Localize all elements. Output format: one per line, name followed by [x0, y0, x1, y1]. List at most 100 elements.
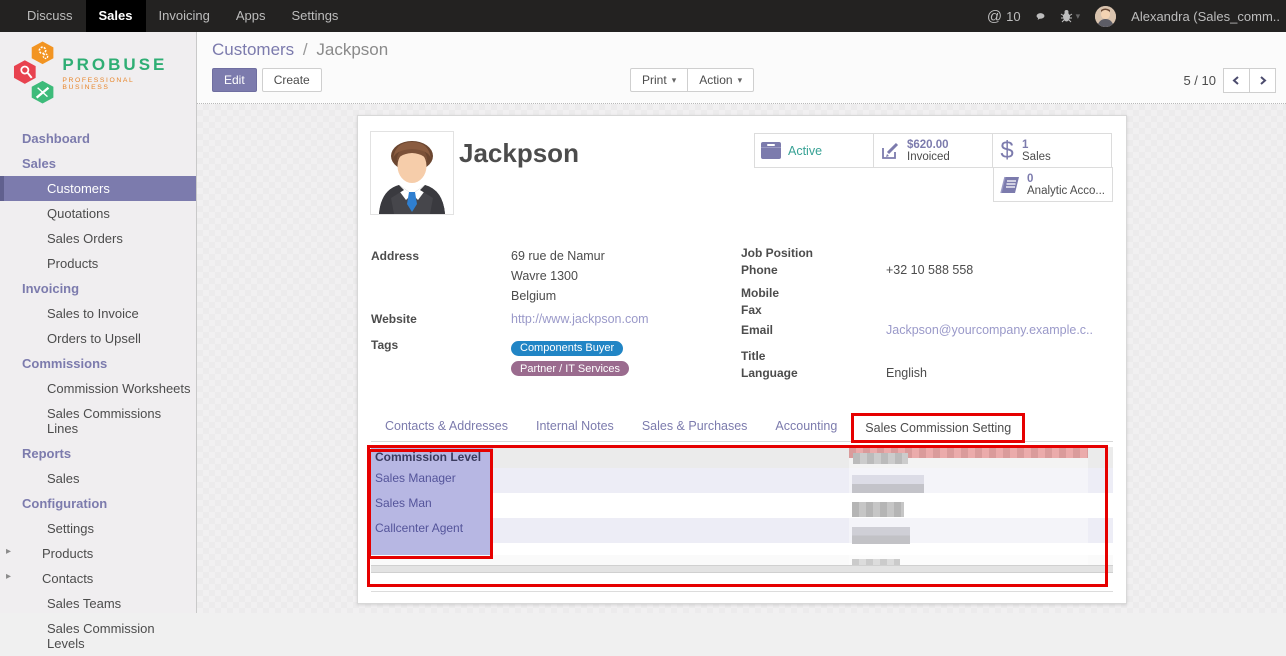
commission-level-cell[interactable]: Sales Man: [371, 493, 493, 518]
redacted-value-blur: [852, 475, 924, 493]
tag-partner-it-services[interactable]: Partner / IT Services: [511, 361, 629, 376]
email-label: Email: [741, 323, 886, 340]
breadcrumb-current: Jackpson: [316, 40, 388, 59]
sidebar-item-dashboard[interactable]: Dashboard: [0, 126, 196, 151]
sidebar-item-sales-commission-levels[interactable]: Sales Commission Levels: [0, 616, 196, 656]
print-dropdown[interactable]: Print ▾: [630, 68, 688, 92]
sidebar-item-sales-orders[interactable]: Sales Orders: [0, 226, 196, 251]
sidebar-item-sales-commissions-lines[interactable]: Sales Commissions Lines: [0, 401, 196, 441]
brand-tagline: PROFESSIONAL BUSINESS: [62, 77, 183, 91]
caret-right-icon: ▸: [6, 571, 11, 582]
sidebar-item-commission-worksheets[interactable]: Commission Worksheets: [0, 376, 196, 401]
website-link[interactable]: http://www.jackpson.com: [511, 312, 649, 332]
commission-level-header[interactable]: Commission Level: [371, 447, 493, 468]
caret-down-icon: ▾: [672, 75, 677, 86]
create-button[interactable]: Create: [262, 68, 322, 92]
print-label: Print: [642, 73, 667, 87]
sidebar-menu: Dashboard Sales Customers Quotations Sal…: [0, 126, 196, 656]
sidebar-item-products[interactable]: Products: [0, 251, 196, 276]
sidebar-section-commissions[interactable]: Commissions: [0, 351, 196, 376]
tags-label: Tags: [371, 338, 511, 379]
breadcrumb-customers[interactable]: Customers: [212, 40, 294, 59]
sidebar-item-sales-teams[interactable]: Sales Teams: [0, 591, 196, 616]
archive-icon: [761, 142, 781, 159]
action-dropdown[interactable]: Action ▾: [687, 68, 754, 92]
sales-count: 1: [1022, 139, 1051, 151]
brand-name: PROBUSE: [62, 55, 183, 75]
sidebar-item-orders-to-upsell[interactable]: Orders to Upsell: [0, 326, 196, 351]
tab-accounting[interactable]: Accounting: [761, 411, 851, 441]
pager-count: 5 / 10: [1183, 73, 1216, 88]
active-status-label: Active: [788, 145, 822, 157]
menu-discuss[interactable]: Discuss: [14, 0, 86, 32]
analytic-accounts-stat-button[interactable]: 0 Analytic Acco...: [993, 167, 1113, 202]
mentions-counter[interactable]: @ 10: [987, 8, 1021, 25]
table-scrollbar-track[interactable]: [371, 565, 1113, 573]
tab-sales-commission-setting[interactable]: Sales Commission Setting: [851, 413, 1025, 443]
redacted-value-blur: [852, 559, 900, 565]
mentions-count: 10: [1006, 9, 1020, 24]
sidebar-item-config-contacts[interactable]: ▸ Contacts: [0, 566, 196, 591]
website-label: Website: [371, 312, 511, 332]
customer-name-title: Jackpson: [459, 138, 579, 169]
sidebar-item-customers[interactable]: Customers: [0, 176, 196, 201]
menu-settings[interactable]: Settings: [278, 0, 351, 32]
sidebar-section-configuration[interactable]: Configuration: [0, 491, 196, 516]
form-view-background: Jackpson Active $620: [197, 104, 1286, 613]
sales-stat-button[interactable]: $ 1 Sales: [992, 133, 1112, 168]
messages-button[interactable]: [1036, 12, 1045, 21]
menu-apps[interactable]: Apps: [223, 0, 279, 32]
dollar-icon: $: [999, 139, 1015, 163]
sidebar-section-reports[interactable]: Reports: [0, 441, 196, 466]
debug-menu-button[interactable]: ▾: [1060, 9, 1081, 23]
sidebar-item-config-products[interactable]: ▸Products: [0, 541, 196, 566]
user-menu[interactable]: Alexandra (Sales_comm..: [1131, 9, 1280, 24]
pager: 5 / 10: [1183, 68, 1276, 93]
sidebar-item-sales-to-invoice[interactable]: Sales to Invoice: [0, 301, 196, 326]
user-avatar-image: [1095, 6, 1116, 27]
top-menu: Discuss Sales Invoicing Apps Settings: [14, 0, 351, 32]
sidebar-section-sales[interactable]: Sales: [0, 151, 196, 176]
commission-table: Commission Level Sales Manager Sales Man…: [371, 447, 1113, 573]
bug-icon: [1060, 9, 1073, 23]
address-country[interactable]: Belgium: [511, 289, 556, 309]
user-avatar[interactable]: [1095, 6, 1116, 27]
email-link[interactable]: Jackpson@yourcompany.example.c..: [886, 323, 1093, 340]
commission-level-cell[interactable]: Callcenter Agent: [371, 518, 493, 543]
businessman-avatar-image: [371, 132, 453, 214]
sidebar-item-reports-sales[interactable]: Sales: [0, 466, 196, 491]
address-city[interactable]: Wavre 1300: [511, 269, 578, 289]
caret-right-icon: ▸: [6, 546, 11, 557]
pager-previous-button[interactable]: [1223, 68, 1250, 93]
notebook-tabs: Contacts & Addresses Internal Notes Sale…: [371, 410, 1113, 442]
address-street[interactable]: 69 rue de Namur: [511, 249, 605, 269]
customer-photo[interactable]: [370, 131, 454, 215]
sidebar-item-settings[interactable]: Settings: [0, 516, 196, 541]
mobile-label: Mobile: [741, 286, 886, 303]
commission-level-cell[interactable]: Sales Manager: [371, 468, 493, 493]
pager-next-button[interactable]: [1249, 68, 1276, 93]
at-icon: @: [987, 8, 1002, 25]
active-stat-button[interactable]: Active: [754, 133, 874, 168]
tag-components-buyer[interactable]: Components Buyer: [511, 341, 623, 356]
phone-value[interactable]: +32 10 588 558: [886, 263, 973, 280]
sidebar-item-quotations[interactable]: Quotations: [0, 201, 196, 226]
tab-contacts-addresses[interactable]: Contacts & Addresses: [371, 411, 522, 441]
sheet-bottom-divider: [371, 591, 1113, 592]
sidebar-section-invoicing[interactable]: Invoicing: [0, 276, 196, 301]
chat-bubble-icon: [1036, 12, 1045, 21]
menu-invoicing[interactable]: Invoicing: [146, 0, 223, 32]
invoiced-stat-button[interactable]: $620.00 Invoiced: [873, 133, 993, 168]
edit-button[interactable]: Edit: [212, 68, 257, 92]
tab-internal-notes[interactable]: Internal Notes: [522, 411, 628, 441]
tab-sales-purchases[interactable]: Sales & Purchases: [628, 411, 762, 441]
fields-left-column: Address 69 rue de Namur Wavre 1300 Belgi…: [371, 249, 726, 379]
probuse-hexagons-icon: [13, 40, 58, 106]
language-value[interactable]: English: [886, 366, 927, 383]
main-area: Customers / Jackpson Edit Create Print ▾…: [197, 32, 1286, 613]
control-panel: Customers / Jackpson Edit Create Print ▾…: [197, 32, 1286, 104]
book-icon: [1000, 176, 1020, 194]
sidebar-item-label: Contacts: [42, 571, 93, 586]
address-label: Address: [371, 249, 511, 269]
menu-sales[interactable]: Sales: [86, 0, 146, 32]
